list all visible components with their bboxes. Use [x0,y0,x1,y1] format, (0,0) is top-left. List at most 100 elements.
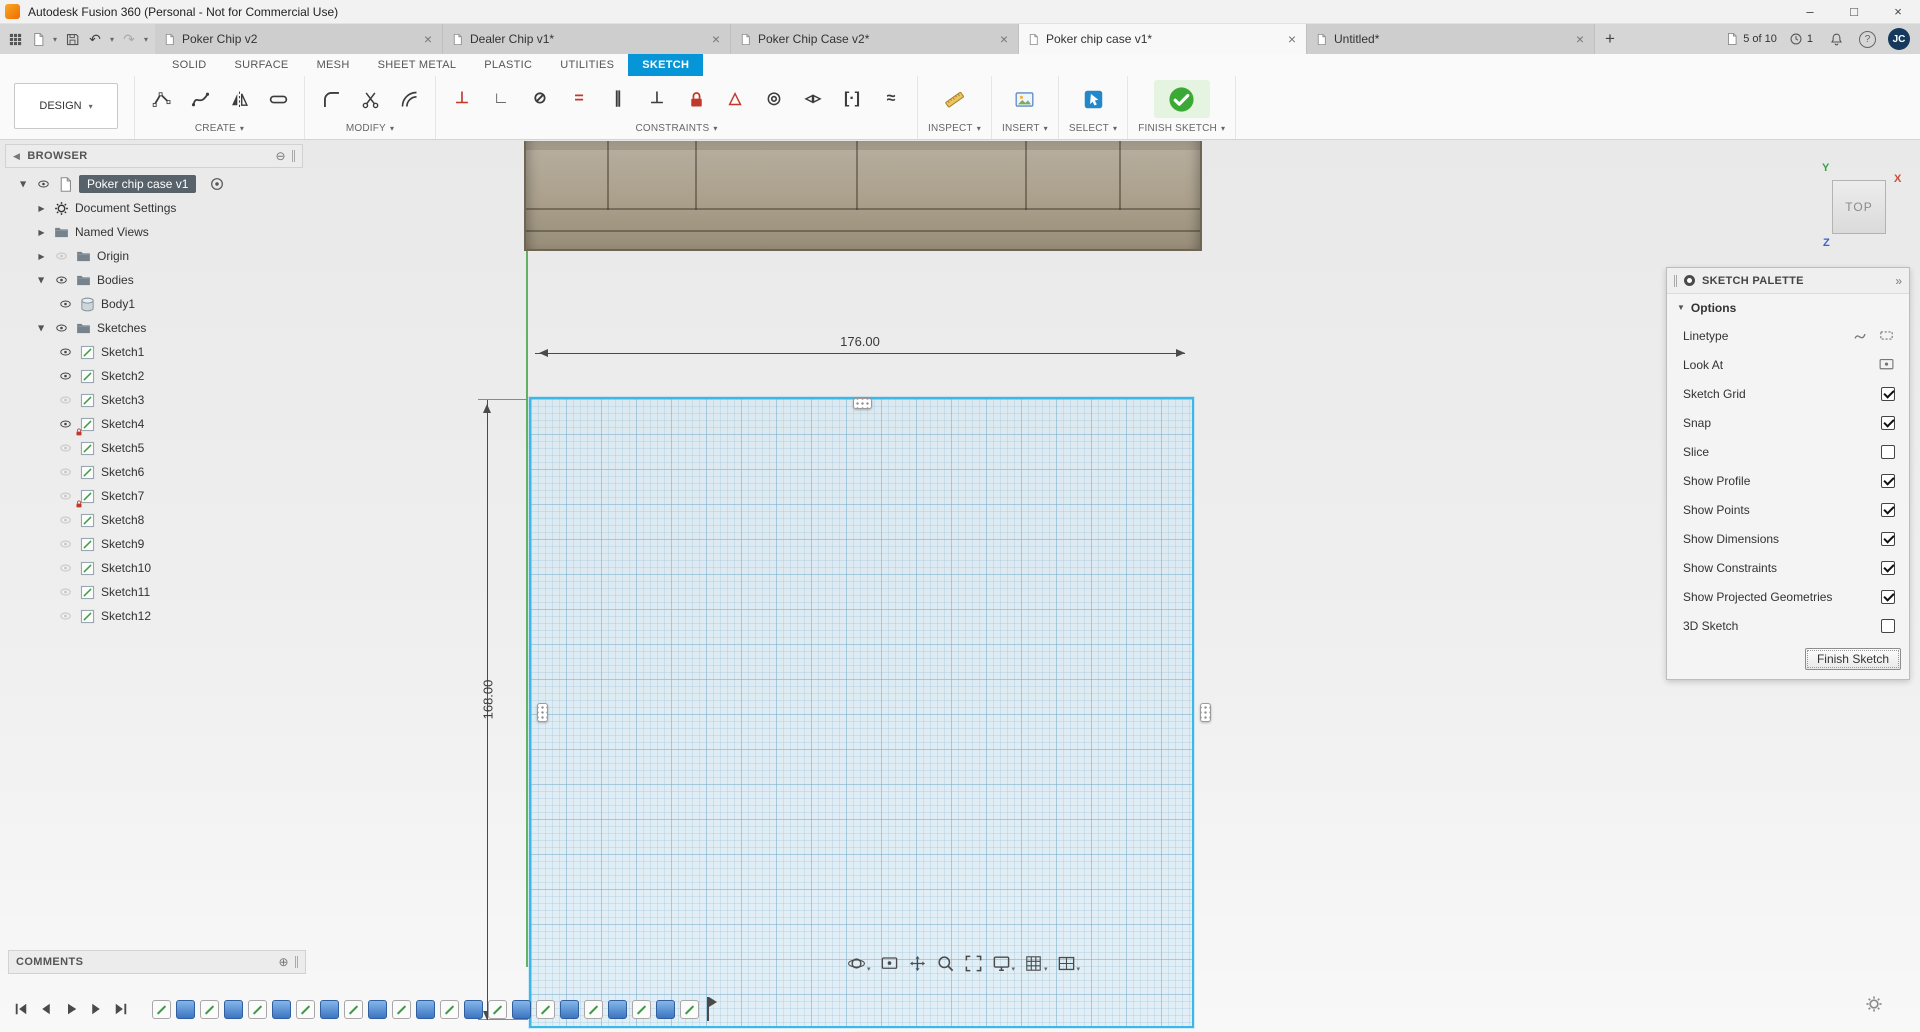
trim-tool[interactable] [354,83,386,115]
checkbox-show-projected-geometries[interactable] [1881,589,1895,604]
timeline-settings-gear-icon[interactable] [1864,994,1884,1014]
visibility-eye-icon[interactable] [57,346,74,358]
timeline-sketch-1[interactable] [152,999,171,1019]
timeline-sketch-23[interactable] [680,999,699,1019]
document-tab-dealer-chip-v1[interactable]: Dealer Chip v1* × [443,24,731,54]
undo-button[interactable]: ↶ [84,27,106,51]
curvature-constraint[interactable]: ≈ [875,83,907,115]
timeline-feature-20[interactable] [608,999,627,1019]
navbar-look-at-button[interactable] [878,952,901,975]
slot-tool[interactable] [262,83,294,115]
user-avatar[interactable]: JC [1888,28,1910,50]
job-status-button[interactable]: 1 [1789,32,1813,46]
ribbon-tab-mesh[interactable]: MESH [303,54,364,76]
expander-icon[interactable]: ▶ [35,228,48,237]
checkbox-show-dimensions[interactable] [1881,531,1895,546]
document-tab-poker-chip-case-v2[interactable]: Poker Chip Case v2* × [731,24,1019,54]
expander-icon[interactable]: ▶ [37,274,46,287]
timeline-playhead[interactable] [707,997,717,1021]
browser-item-sketch4[interactable]: Sketch4 [5,412,305,436]
circle-plus-icon[interactable]: ⊕ [279,955,289,969]
ribbon-group-label[interactable]: INSERT ▾ [1002,123,1048,134]
expander-icon[interactable]: ▶ [19,178,28,191]
ribbon-group-label[interactable]: FINISH SKETCH ▾ [1138,123,1225,134]
navbar-zoom-button[interactable] [934,952,957,975]
visibility-eye-icon[interactable] [57,538,74,550]
ribbon-tab-utilities[interactable]: UTILITIES [546,54,628,76]
browser-item-origin[interactable]: ▶ Origin [5,244,305,268]
play-button[interactable] [62,1000,80,1018]
checkbox-show-profile[interactable] [1881,473,1895,488]
timeline-sketch-11[interactable] [392,999,411,1019]
timeline-feature-6[interactable] [272,999,291,1019]
ribbon-tab-sheet-metal[interactable]: SHEET METAL [364,54,471,76]
visibility-eye-icon[interactable] [35,178,52,190]
visibility-eye-icon[interactable] [57,394,74,406]
checkbox-show-points[interactable] [1881,502,1895,517]
visibility-eye-icon[interactable] [53,322,70,334]
browser-item-sketch5[interactable]: Sketch5 [5,436,305,460]
visibility-eye-icon[interactable] [57,370,74,382]
visibility-eye-icon[interactable] [57,490,74,502]
ribbon-tab-plastic[interactable]: PLASTIC [470,54,546,76]
step-forward-button[interactable] [87,1000,105,1018]
skip-to-end-button[interactable] [112,1000,130,1018]
circle-minus-icon[interactable]: ⊖ [276,149,286,163]
minimize-button[interactable]: – [1788,0,1832,23]
timeline-feature-16[interactable] [512,999,531,1019]
timeline-sketch-19[interactable] [584,999,603,1019]
view-cube[interactable]: TOP [1832,180,1886,234]
close-button[interactable]: × [1876,0,1920,23]
navbar-fit-button[interactable] [962,952,985,975]
sketch-edge-handle-right[interactable] [1200,703,1211,722]
tab-close-icon[interactable]: × [710,31,722,47]
ribbon-tab-solid[interactable]: SOLID [158,54,221,76]
look-at-icon[interactable] [1878,356,1895,373]
coincident-constraint[interactable]: ⊥ [446,83,478,115]
tab-close-icon[interactable]: × [1286,31,1298,47]
line-tool[interactable] [145,83,177,115]
browser-item-sketch10[interactable]: Sketch10 [5,556,305,580]
timeline-sketch-21[interactable] [632,999,651,1019]
browser-item-named-views[interactable]: ▶ Named Views [5,220,305,244]
browser-item-sketch2[interactable]: Sketch2 [5,364,305,388]
panel-grip-icon[interactable] [292,150,295,162]
visibility-eye-icon[interactable] [57,514,74,526]
timeline-feature-2[interactable] [176,999,195,1019]
palette-options-section[interactable]: ▼ Options [1667,294,1909,321]
caret-down-icon[interactable]: ▾ [107,35,117,44]
spline-tool[interactable] [184,83,216,115]
offset-tool[interactable] [393,83,425,115]
help-button[interactable]: ? [1859,30,1876,48]
ribbon-group-label[interactable]: CREATE ▾ [195,123,244,134]
file-menu-button[interactable] [27,27,49,51]
model-3d-body[interactable] [524,141,1202,251]
checkbox-snap[interactable] [1881,415,1895,430]
navbar-grid-and-snaps-button[interactable]: ▾ [1022,952,1050,975]
sketch-edge-handle-top[interactable] [853,398,872,409]
step-back-button[interactable] [37,1000,55,1018]
ribbon-tab-sketch[interactable]: SKETCH [628,54,704,76]
linetype-curve-icon[interactable] [1853,327,1870,344]
visibility-eye-icon[interactable] [57,442,74,454]
browser-item-sketches[interactable]: ▶ Sketches [5,316,305,340]
visibility-eye-icon[interactable] [57,610,74,622]
timeline-feature-14[interactable] [464,999,483,1019]
document-tab-poker-chip-v2[interactable]: Poker Chip v2 × [155,24,443,54]
fillet-tool[interactable] [315,83,347,115]
app-launcher-button[interactable] [4,27,26,51]
finish-sketch-button[interactable] [1153,80,1210,118]
timeline-sketch-15[interactable] [488,999,507,1019]
ribbon-group-label[interactable]: CONSTRAINTS ▾ [635,123,717,134]
browser-item-sketch6[interactable]: Sketch6 [5,460,305,484]
expand-palette-icon[interactable]: » [1895,274,1902,288]
visibility-eye-icon[interactable] [53,250,70,262]
timeline-sketch-7[interactable] [296,999,315,1019]
timeline-feature-8[interactable] [320,999,339,1019]
checkbox-sketch-grid[interactable] [1881,386,1895,401]
ribbon-group-label[interactable]: INSPECT ▾ [928,123,981,134]
document-limit-badge[interactable]: 5 of 10 [1725,32,1777,46]
browser-item-sketch9[interactable]: Sketch9 [5,532,305,556]
navbar-viewports-button[interactable]: ▾ [1055,952,1083,975]
browser-item-document-settings[interactable]: ▶ Document Settings [5,196,305,220]
